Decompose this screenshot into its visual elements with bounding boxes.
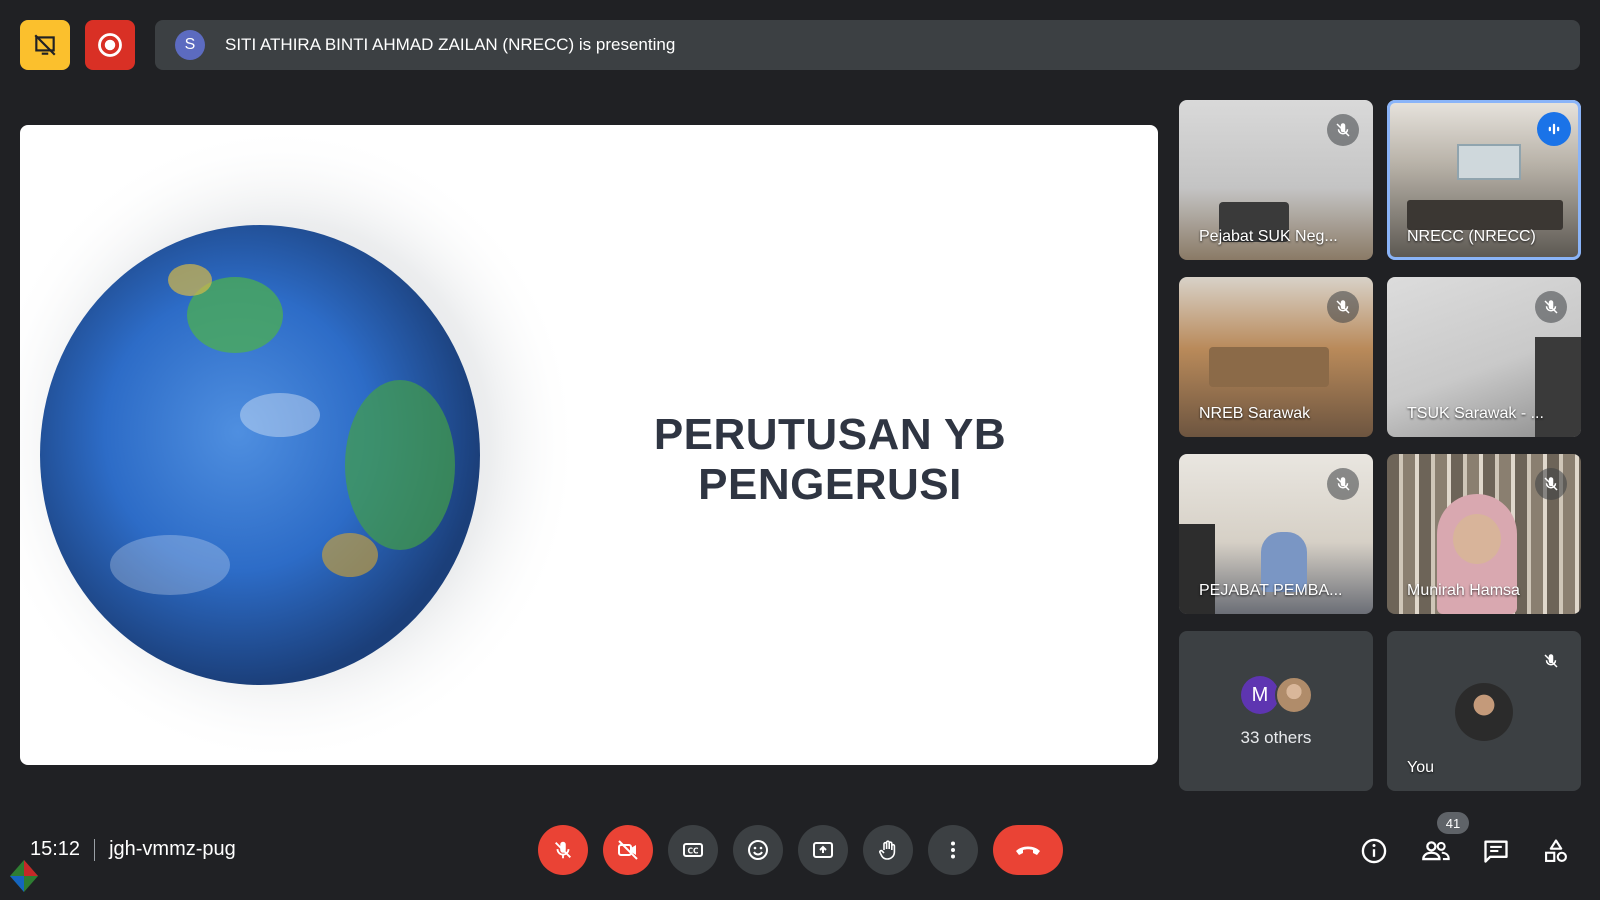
- muted-indicator: [1535, 468, 1567, 500]
- person-face: [1453, 514, 1501, 564]
- mic-off-icon: [1544, 300, 1558, 314]
- emoji-icon: [748, 840, 768, 860]
- self-tile[interactable]: You: [1387, 631, 1581, 791]
- more-vert-icon: [951, 841, 955, 859]
- participant-name: PEJABAT PEMBA...: [1199, 582, 1343, 599]
- reactions-button[interactable]: [733, 825, 783, 875]
- activities-icon: [1545, 839, 1567, 862]
- call-end-icon: [1016, 846, 1040, 855]
- mic-off-icon: [1336, 300, 1350, 314]
- raise-hand-icon: [879, 840, 896, 860]
- muted-indicator: [1535, 291, 1567, 323]
- presenter-avatar: S: [175, 30, 205, 60]
- participant-tile[interactable]: Pejabat SUK Neg...: [1179, 100, 1373, 260]
- presenting-text: SITI ATHIRA BINTI AHMAD ZAILAN (NRECC) i…: [225, 35, 676, 54]
- meeting-info: 15:12 jgh-vmmz-pug: [30, 838, 236, 861]
- participant-name: Pejabat SUK Neg...: [1199, 228, 1338, 245]
- others-avatar: M: [1241, 676, 1279, 714]
- participant-tile[interactable]: Munirah Hamsa: [1387, 454, 1581, 614]
- people-button[interactable]: [1420, 835, 1452, 867]
- meeting-code: jgh-vmmz-pug: [109, 838, 236, 860]
- mic-off-icon: [1544, 654, 1558, 668]
- meeting-details-button[interactable]: [1358, 835, 1390, 867]
- mic-off-icon: [1544, 477, 1558, 491]
- speaking-indicator: [1537, 112, 1571, 146]
- present-now-button[interactable]: [798, 825, 848, 875]
- others-label: 33 others: [1240, 728, 1312, 747]
- people-count-badge: 41: [1437, 812, 1469, 834]
- captions-button[interactable]: CC: [668, 825, 718, 875]
- microphone-toggle-button[interactable]: [538, 825, 588, 875]
- muted-indicator: [1535, 645, 1567, 677]
- captions-icon: CC: [683, 843, 703, 857]
- participant-tile[interactable]: NREB Sarawak: [1179, 277, 1373, 437]
- participant-tile[interactable]: TSUK Sarawak - ...: [1387, 277, 1581, 437]
- meeting-table: [1407, 200, 1563, 230]
- app-logo-icon: [10, 860, 38, 892]
- participant-name: NRECC (NRECC): [1407, 228, 1536, 245]
- chat-icon: [1484, 840, 1508, 863]
- no-present-button[interactable]: [20, 20, 70, 70]
- participant-name: NREB Sarawak: [1199, 405, 1311, 422]
- participant-tile[interactable]: PEJABAT PEMBA...: [1179, 454, 1373, 614]
- mic-off-icon: [1336, 477, 1350, 491]
- meeting-room-screen: [1457, 144, 1521, 180]
- conference-table: [1209, 347, 1329, 387]
- muted-indicator: [1327, 114, 1359, 146]
- others-avatar-photo: [1275, 676, 1313, 714]
- mic-off-icon: [1336, 123, 1350, 137]
- participant-name: TSUK Sarawak - ...: [1407, 405, 1544, 422]
- no-present-icon: [34, 34, 56, 56]
- participant-name: Munirah Hamsa: [1407, 582, 1520, 599]
- svg-text:CC: CC: [687, 847, 699, 856]
- raise-hand-button[interactable]: [863, 825, 913, 875]
- divider: [94, 838, 96, 861]
- chat-button[interactable]: [1480, 835, 1512, 867]
- camera-off-icon: [618, 840, 638, 860]
- self-label: You: [1407, 759, 1434, 776]
- people-icon: [1422, 841, 1450, 861]
- recording-button[interactable]: [85, 20, 135, 70]
- audio-level-icon: [1548, 123, 1560, 135]
- self-avatar: [1455, 683, 1513, 741]
- activities-button[interactable]: [1540, 835, 1572, 867]
- leave-call-button[interactable]: [993, 825, 1063, 875]
- muted-indicator: [1327, 291, 1359, 323]
- mic-off-icon: [555, 841, 571, 859]
- muted-indicator: [1327, 468, 1359, 500]
- presentation-screen[interactable]: PERUTUSAN YB PENGERUSI: [20, 125, 1158, 765]
- participant-tile-speaking[interactable]: NRECC (NRECC): [1387, 100, 1581, 260]
- more-options-button[interactable]: [928, 825, 978, 875]
- info-icon: [1361, 838, 1387, 864]
- presenting-banner: S SITI ATHIRA BINTI AHMAD ZAILAN (NRECC)…: [155, 20, 1580, 70]
- person-silhouette: [1179, 524, 1215, 614]
- camera-toggle-button[interactable]: [603, 825, 653, 875]
- record-icon: [98, 33, 122, 57]
- slide-title: PERUTUSAN YB PENGERUSI: [653, 410, 1007, 509]
- present-screen-icon: [813, 842, 833, 858]
- others-tile[interactable]: M 33 others: [1179, 631, 1373, 791]
